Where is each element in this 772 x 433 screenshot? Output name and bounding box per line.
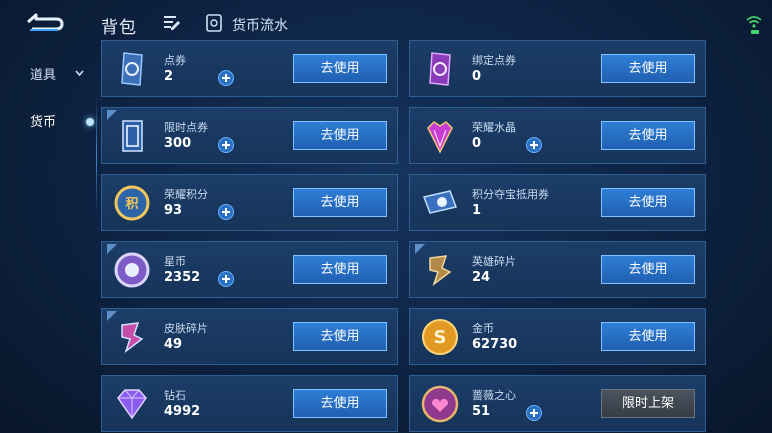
use-button[interactable]: 去使用: [601, 188, 695, 217]
rose-heart-icon: [421, 385, 459, 423]
currency-count: 62730: [472, 337, 518, 352]
currency-card-glory-crystal: 荣耀水晶 0 去使用: [409, 107, 706, 164]
use-button[interactable]: 去使用: [601, 322, 695, 351]
use-button[interactable]: 去使用: [601, 255, 695, 284]
glory-crystal-icon: [427, 121, 453, 154]
currency-count: 1: [472, 203, 482, 218]
currency-count: 93: [164, 203, 183, 218]
use-button[interactable]: 去使用: [293, 389, 387, 418]
use-button[interactable]: 去使用: [293, 54, 387, 83]
add-button[interactable]: [218, 204, 234, 220]
sidebar-divider: [96, 96, 97, 216]
chevron-down-icon: [75, 70, 84, 77]
currency-count: 24: [472, 270, 491, 285]
star-coin-icon: [114, 252, 150, 288]
sidebar-item-currency[interactable]: 货币: [0, 99, 96, 141]
currency-count: 2: [164, 69, 174, 84]
hero-fragment-icon: [429, 255, 452, 287]
currency-card-glory-points: 积 荣耀积分 93 去使用: [101, 174, 398, 231]
sidebar: 道具 货币: [0, 46, 97, 433]
currency-name: 限时点券: [164, 121, 208, 134]
currency-card-skin-fragment: 皮肤碎片 49 去使用: [101, 308, 398, 365]
wifi-signal-icon: [746, 16, 762, 34]
use-button[interactable]: 去使用: [601, 121, 695, 150]
currency-name: 荣耀积分: [164, 188, 208, 201]
currency-card-hero-fragment: 英雄碎片 24 去使用: [409, 241, 706, 298]
selected-indicator: [86, 118, 94, 126]
edit-list-icon[interactable]: [162, 13, 182, 33]
diamond-icon: [117, 389, 147, 420]
use-button[interactable]: 去使用: [293, 322, 387, 351]
glory-points-icon: 积: [114, 185, 150, 221]
currency-name: 点券: [164, 54, 186, 67]
use-button[interactable]: 去使用: [293, 255, 387, 284]
sidebar-item-label: 货币: [30, 115, 57, 130]
voucher-icon: [422, 190, 458, 214]
currency-count: 51: [472, 404, 491, 419]
currency-card-voucher: 积分夺宝抵用券 1 去使用: [409, 174, 706, 231]
currency-name: 蔷薇之心: [472, 389, 516, 402]
currency-name: 钻石: [164, 389, 186, 402]
currency-count: 0: [472, 69, 482, 84]
currency-name: 皮肤碎片: [164, 322, 208, 335]
ticket-card-icon: [121, 52, 143, 86]
currency-name: 绑定点券: [472, 54, 516, 67]
currency-card-gold-coin: S 金币 62730 去使用: [409, 308, 706, 365]
currency-name: 积分夺宝抵用券: [472, 188, 549, 201]
skin-fragment-icon: [121, 322, 144, 354]
currency-count: 300: [164, 136, 192, 151]
currency-count: 0: [472, 136, 482, 151]
currency-count: 49: [164, 337, 183, 352]
limited-ticket-icon: [122, 120, 143, 152]
page-title: 背包: [101, 18, 137, 38]
svg-text:积: 积: [125, 196, 138, 212]
svg-text:S: S: [434, 327, 447, 348]
currency-card-diamond: 钻石 4992 去使用: [101, 375, 398, 432]
sidebar-item-items[interactable]: 道具: [0, 52, 96, 94]
currency-card-limited-ticket: 限时点券 300 去使用: [101, 107, 398, 164]
add-button[interactable]: [218, 137, 234, 153]
currency-name: 荣耀水晶: [472, 121, 516, 134]
add-button[interactable]: [526, 405, 542, 421]
bound-ticket-icon: [429, 52, 451, 86]
currency-card-ticket: 点券 2 去使用: [101, 40, 398, 97]
currency-card-rose-heart: 蔷薇之心 51 限时上架: [409, 375, 706, 432]
use-button[interactable]: 去使用: [293, 121, 387, 150]
currency-name: 英雄碎片: [472, 255, 516, 268]
gold-coin-icon: S: [422, 319, 458, 355]
sidebar-item-label: 道具: [30, 68, 57, 83]
currency-card-star-coin: 星币 2352 去使用: [101, 241, 398, 298]
currency-flow-icon: [206, 14, 222, 32]
currency-name: 星币: [164, 255, 186, 268]
currency-count: 4992: [164, 404, 201, 419]
limited-time-button[interactable]: 限时上架: [601, 389, 695, 418]
use-button[interactable]: 去使用: [293, 188, 387, 217]
currency-flow-link[interactable]: 货币流水: [232, 15, 288, 35]
add-button[interactable]: [218, 70, 234, 86]
use-button[interactable]: 去使用: [601, 54, 695, 83]
add-button[interactable]: [526, 137, 542, 153]
back-arrow-icon[interactable]: [22, 10, 66, 34]
currency-name: 金币: [472, 322, 494, 335]
currency-count: 2352: [164, 270, 201, 285]
add-button[interactable]: [218, 271, 234, 287]
currency-card-bound-ticket: 绑定点券 0 去使用: [409, 40, 706, 97]
